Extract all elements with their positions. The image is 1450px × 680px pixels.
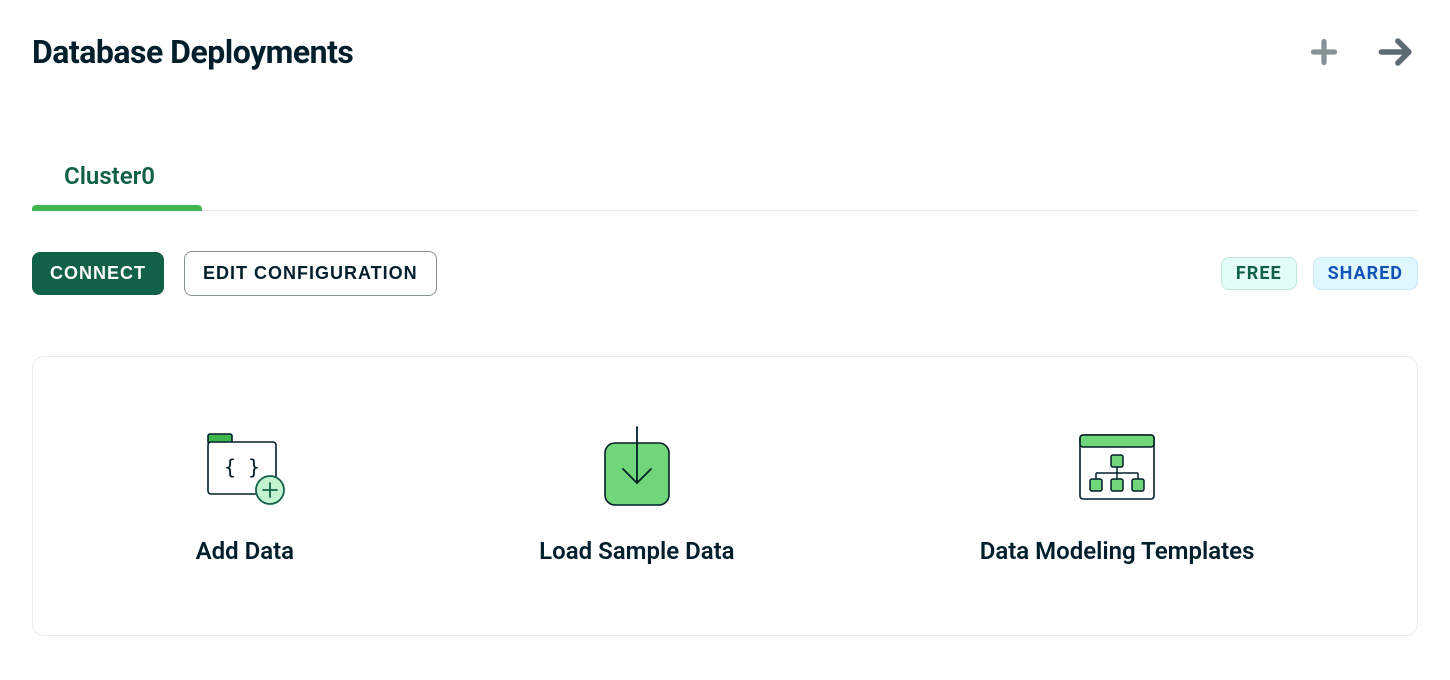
- edit-configuration-button[interactable]: EDIT CONFIGURATION: [184, 251, 437, 296]
- download-box-icon: [601, 427, 673, 507]
- free-badge: FREE: [1221, 257, 1297, 290]
- navigate-button[interactable]: [1374, 30, 1418, 74]
- cards-panel: { } Add Data Load Sample Data: [32, 356, 1418, 636]
- cluster-tabs: Cluster0: [32, 162, 1418, 211]
- add-data-card[interactable]: { } Add Data: [196, 427, 294, 565]
- header-actions: [1306, 30, 1418, 74]
- data-modeling-templates-card[interactable]: Data Modeling Templates: [980, 427, 1255, 565]
- add-data-label: Add Data: [196, 537, 294, 565]
- templates-window-icon: [1076, 427, 1158, 507]
- connect-button[interactable]: CONNECT: [32, 252, 164, 295]
- load-sample-label: Load Sample Data: [539, 537, 734, 565]
- templates-label: Data Modeling Templates: [980, 537, 1255, 565]
- shared-badge: SHARED: [1313, 257, 1418, 290]
- add-data-folder-icon: { }: [204, 427, 286, 507]
- arrow-right-icon: [1374, 30, 1418, 74]
- add-button[interactable]: [1306, 34, 1342, 70]
- svg-text:{ }: { }: [224, 455, 260, 479]
- cluster-tab[interactable]: Cluster0: [32, 162, 187, 210]
- plus-icon: [1306, 34, 1342, 70]
- load-sample-data-card[interactable]: Load Sample Data: [539, 427, 734, 565]
- page-title: Database Deployments: [32, 33, 353, 71]
